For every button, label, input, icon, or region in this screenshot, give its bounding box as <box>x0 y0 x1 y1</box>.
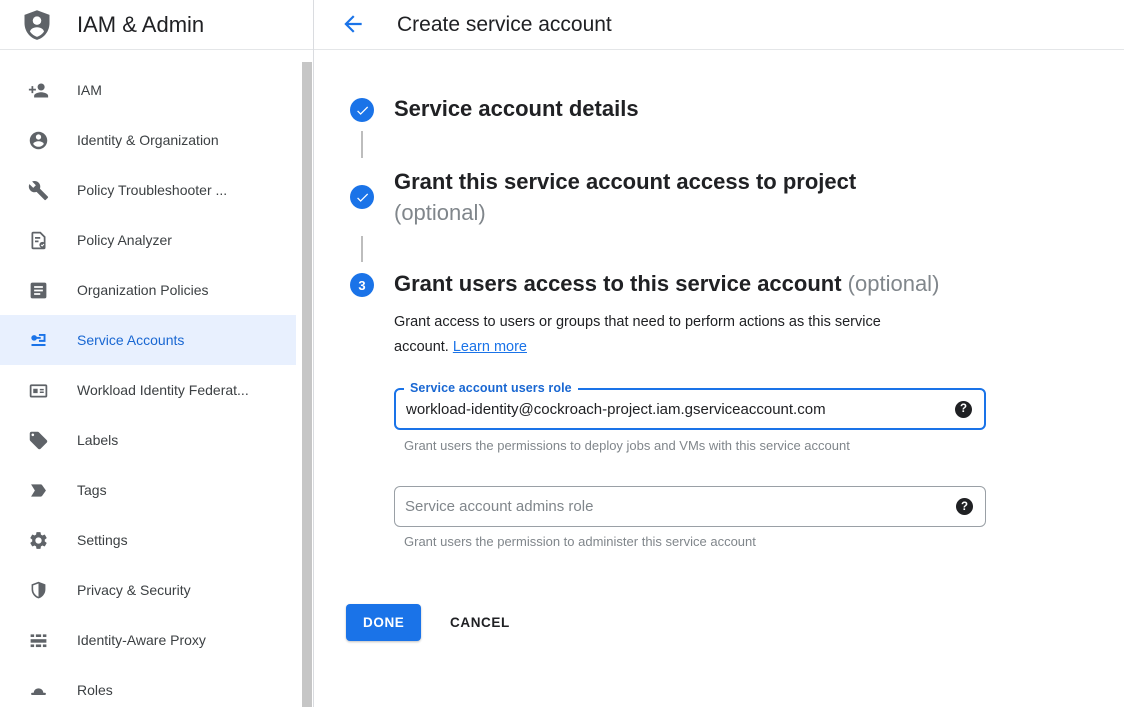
step-2-optional-label: (optional) <box>394 197 856 228</box>
sidebar-item-service-accounts[interactable]: Service Accounts <box>0 315 296 365</box>
users-role-input[interactable] <box>396 390 944 428</box>
sidebar-item-label: IAM <box>77 82 102 98</box>
create-service-account-page: IAM & Admin IAM Identity & Organization … <box>0 0 1124 707</box>
step-3-optional-label: (optional) <box>848 271 940 296</box>
sidebar-item-policy-analyzer[interactable]: Policy Analyzer <box>0 215 296 265</box>
sidebar-item-iam[interactable]: IAM <box>0 65 296 115</box>
admins-role-helper-text: Grant users the permission to administer… <box>404 534 756 549</box>
product-title: IAM & Admin <box>77 0 204 49</box>
policy-analyzer-icon <box>27 229 49 251</box>
sidebar-nav: IAM Identity & Organization Policy Troub… <box>0 50 313 707</box>
sidebar-item-organization-policies[interactable]: Organization Policies <box>0 265 296 315</box>
sidebar-item-tags[interactable]: Tags <box>0 465 296 515</box>
workload-identity-icon <box>27 379 49 401</box>
organization-policies-icon <box>27 279 49 301</box>
step-1-title[interactable]: Service account details <box>394 96 639 122</box>
step-2-complete-check-icon <box>350 185 374 209</box>
proxy-icon <box>27 629 49 651</box>
sidebar-item-labels[interactable]: Labels <box>0 415 296 465</box>
users-role-helper-text: Grant users the permissions to deploy jo… <box>404 438 850 453</box>
users-role-field: Service account users role ? <box>394 388 986 430</box>
help-icon[interactable]: ? <box>956 498 973 515</box>
account-circle-icon <box>27 129 49 151</box>
step-connector <box>361 236 363 262</box>
wrench-icon <box>27 179 49 201</box>
done-button[interactable]: DONE <box>346 604 421 641</box>
sidebar-item-roles[interactable]: Roles <box>0 665 296 707</box>
step-3-description: Grant access to users or groups that nee… <box>394 310 952 360</box>
sidebar-item-label: Organization Policies <box>77 282 209 298</box>
learn-more-link[interactable]: Learn more <box>453 339 527 355</box>
step-3-title-text: Grant users access to this service accou… <box>394 271 842 296</box>
step-connector <box>361 131 363 158</box>
step-3-number: 3 <box>358 278 365 293</box>
sidebar-item-label: Privacy & Security <box>77 582 191 598</box>
sidebar-item-identity-organization[interactable]: Identity & Organization <box>0 115 296 165</box>
service-account-icon <box>27 329 49 351</box>
sidebar-header: IAM & Admin <box>0 0 313 50</box>
sidebar-item-label: Settings <box>77 532 128 548</box>
iam-admin-shield-logo-icon <box>22 9 52 41</box>
back-button[interactable] <box>339 11 367 39</box>
shield-icon <box>27 579 49 601</box>
sidebar-item-privacy-security[interactable]: Privacy & Security <box>0 565 296 615</box>
sidebar-item-label: Identity-Aware Proxy <box>77 632 206 648</box>
sidebar-scrollbar[interactable] <box>302 62 312 707</box>
roles-icon <box>27 679 49 701</box>
sidebar-item-label: Policy Troubleshooter ... <box>77 182 227 198</box>
admins-role-field: ? <box>394 486 986 527</box>
sidebar-item-policy-troubleshooter[interactable]: Policy Troubleshooter ... <box>0 165 296 215</box>
main-content: Create service account Service account d… <box>314 0 1124 707</box>
sidebar-item-identity-aware-proxy[interactable]: Identity-Aware Proxy <box>0 615 296 665</box>
label-icon <box>27 429 49 451</box>
sidebar-item-label: Identity & Organization <box>77 132 219 148</box>
step-1-complete-check-icon <box>350 98 374 122</box>
step-2-title[interactable]: Grant this service account access to pro… <box>394 166 856 228</box>
sidebar-item-label: Tags <box>77 482 107 498</box>
person-add-icon <box>27 79 49 101</box>
step-3-title[interactable]: Grant users access to this service accou… <box>394 271 939 297</box>
sidebar-item-settings[interactable]: Settings <box>0 515 296 565</box>
sidebar: IAM & Admin IAM Identity & Organization … <box>0 0 314 707</box>
admins-role-input[interactable] <box>395 487 945 526</box>
page-title: Create service account <box>397 0 612 49</box>
help-icon[interactable]: ? <box>955 401 972 418</box>
sidebar-item-workload-identity-federation[interactable]: Workload Identity Federat... <box>0 365 296 415</box>
tag-icon <box>27 479 49 501</box>
step-2-title-text: Grant this service account access to pro… <box>394 169 856 194</box>
back-arrow-icon <box>340 25 366 40</box>
gear-icon <box>27 529 49 551</box>
sidebar-item-label: Policy Analyzer <box>77 232 172 248</box>
sidebar-item-label: Labels <box>77 432 118 448</box>
sidebar-item-label: Workload Identity Federat... <box>77 382 249 398</box>
sidebar-item-label: Roles <box>77 682 113 698</box>
cancel-button[interactable]: CANCEL <box>450 604 510 641</box>
step-3-number-badge: 3 <box>350 273 374 297</box>
topbar: Create service account <box>314 0 1124 50</box>
sidebar-item-label: Service Accounts <box>77 332 184 348</box>
